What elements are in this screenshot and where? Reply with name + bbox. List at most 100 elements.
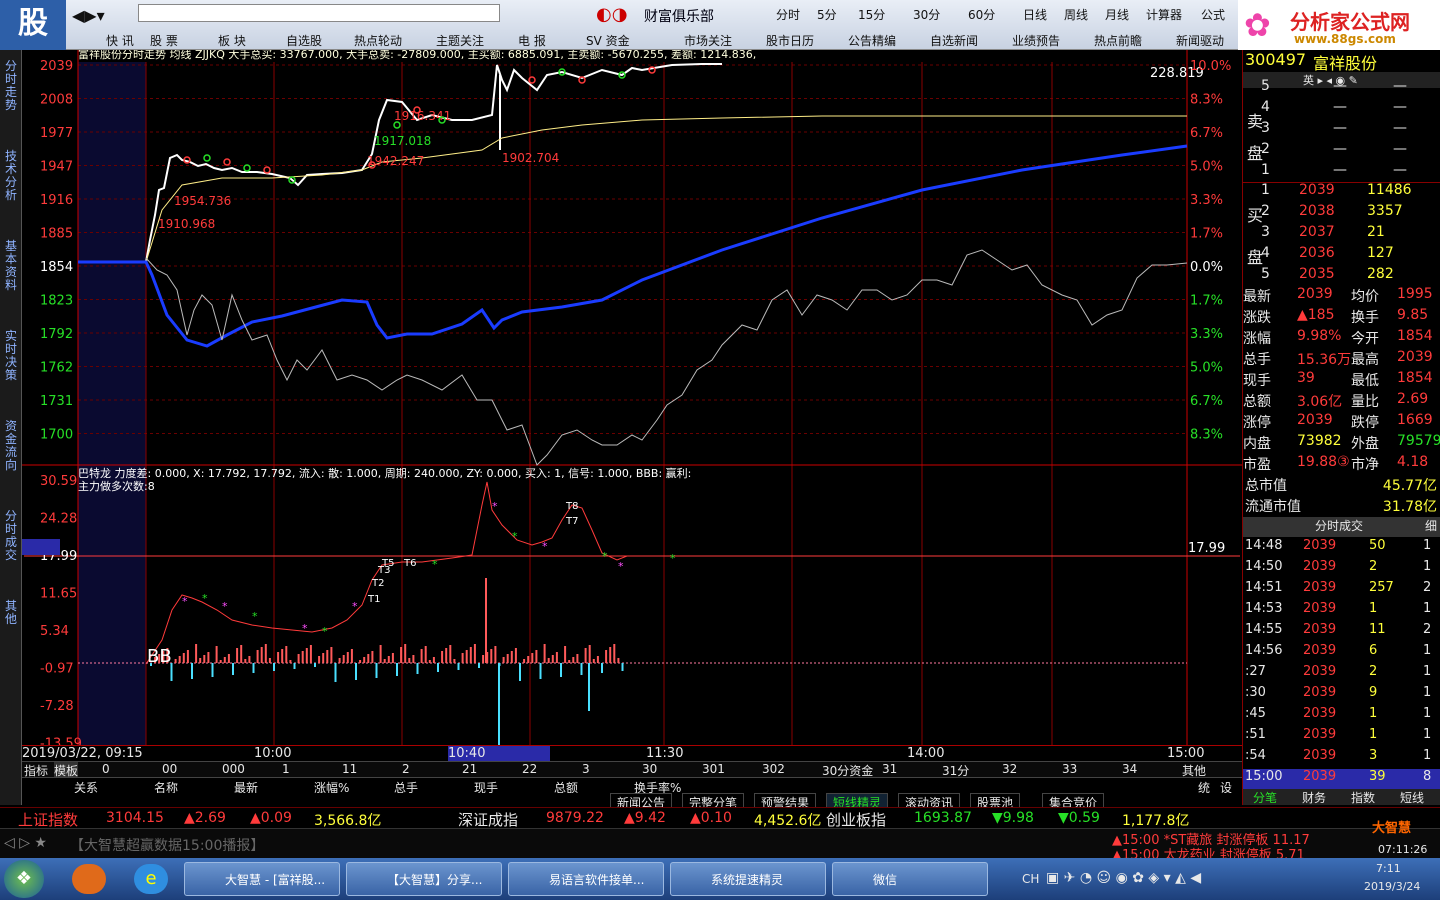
indicator-tab[interactable]: 00 xyxy=(162,762,177,776)
stat-value: 1854 xyxy=(1397,370,1433,386)
back-button[interactable]: ◀▶▾ xyxy=(72,6,105,25)
indicator-tab[interactable]: 0 xyxy=(102,762,110,776)
indicator-tabs: 指标 模板 0 00 000 1 11 2 21 22 3 30 301 302 30分资金 31 31分 32 3… xyxy=(22,761,1242,779)
star-marker: * xyxy=(322,625,328,638)
nav-item[interactable]: 业绩预告 xyxy=(1012,32,1060,49)
indicator-tab[interactable]: 22 xyxy=(522,762,537,776)
price-point-label: 1902.704 xyxy=(502,151,559,165)
nav-item[interactable]: 板 块 xyxy=(218,32,246,49)
nav-item[interactable]: 自选股 xyxy=(286,32,322,49)
nav-kuaixun[interactable]: 快 讯 xyxy=(106,32,134,49)
indicator-tab[interactable]: 30 xyxy=(642,762,657,776)
indicator-tab[interactable]: 1 xyxy=(282,762,290,776)
indicator-tab[interactable]: 34 xyxy=(1122,762,1137,776)
panel-tab[interactable]: 分笔 xyxy=(1253,789,1277,806)
news-ticker[interactable]: 【大智慧超赢数据15:00播报】 xyxy=(70,835,264,855)
pct-tick: 8.3% xyxy=(1190,93,1223,108)
indicator-tab[interactable]: 21 xyxy=(462,762,477,776)
address-box[interactable] xyxy=(138,4,500,22)
panel-tab[interactable]: 指数 xyxy=(1351,789,1375,806)
stat-value: 2039 xyxy=(1397,349,1433,365)
menu-item[interactable]: 15分 xyxy=(858,6,885,23)
tab-time-deals[interactable]: 分时成交 xyxy=(2,510,20,562)
indicator-tab[interactable]: 302 xyxy=(762,762,785,776)
sub-tick: 5.34 xyxy=(40,624,69,639)
indicator-tab[interactable]: 2 xyxy=(402,762,410,776)
task-wechat[interactable]: 微信 xyxy=(832,862,988,896)
index-name[interactable]: 创业板指 xyxy=(826,809,886,830)
tray-icons[interactable]: ▣ ✈ ◔ ☺ ◉ ✿ ◈ ▾ ◭ ◀ xyxy=(1046,870,1201,886)
indicator-tab[interactable]: 11 xyxy=(342,762,357,776)
price-tick: 1700 xyxy=(40,428,73,443)
pct-tick: 10.0% xyxy=(1190,59,1231,74)
tick-row: :30 2039 9 1 xyxy=(1243,685,1440,706)
menu-item[interactable]: 分时 xyxy=(776,6,800,23)
panel-tab[interactable]: 财务 xyxy=(1302,789,1326,806)
nav-item[interactable]: 主题关注 xyxy=(436,32,484,49)
nav-item[interactable]: SV 资金 xyxy=(586,32,630,49)
intraday-chart[interactable]: 1954.7361910.9681917.0181902.7041942.247… xyxy=(22,50,1242,745)
price-point-label: 1954.736 xyxy=(174,194,231,208)
task-share[interactable]: 【大智慧】分享... xyxy=(346,862,502,896)
nav-item[interactable]: 新闻驱动 xyxy=(1176,32,1224,49)
volume-bar xyxy=(469,647,472,663)
nav-item[interactable]: 股 票 xyxy=(150,32,178,49)
task-speedup[interactable]: 系统提速精灵 xyxy=(670,862,826,896)
task-dzh[interactable]: 大智慧 - [富祥股... xyxy=(184,862,340,896)
stat-row: 最新 2039 均价 1995 xyxy=(1243,286,1440,307)
menu-item[interactable]: 月线 xyxy=(1105,6,1129,23)
start-button[interactable]: ❖ xyxy=(4,860,44,898)
tab-fundamental[interactable]: 基本资料 xyxy=(2,240,20,292)
tab-other[interactable]: 其他 xyxy=(2,600,20,626)
index-name[interactable]: 深证成指 xyxy=(458,809,518,830)
indicator-tab[interactable]: 3 xyxy=(582,762,590,776)
tray-lang[interactable]: CH xyxy=(1022,872,1039,886)
panel-tab[interactable]: 短线 xyxy=(1400,789,1424,806)
nav-item[interactable]: 电 报 xyxy=(518,32,546,49)
chart-header: 富祥股份分时走势 均线 ZJJKQ 大手总买: 33767.000, 大手总卖:… xyxy=(78,50,756,61)
tab-technical[interactable]: 技术分析 xyxy=(2,150,20,202)
menu-item[interactable]: 周线 xyxy=(1064,6,1088,23)
nav-item[interactable]: 热点轮动 xyxy=(354,32,402,49)
indicator-tab[interactable]: 31 xyxy=(882,762,897,776)
tick-count: 1 xyxy=(1423,559,1432,574)
ticker-controls[interactable]: ◁ ▷ ★ xyxy=(4,835,47,851)
volume-bar xyxy=(338,658,341,663)
stat-label: 最低 xyxy=(1351,373,1379,389)
volume-bar xyxy=(555,652,558,663)
tab-fund-flow[interactable]: 资金流向 xyxy=(2,420,20,472)
ie-icon[interactable]: e xyxy=(134,864,168,894)
buy-row: 5 2035 282 xyxy=(1243,266,1440,287)
nav-item[interactable]: 公告精编 xyxy=(848,32,896,49)
volume-bar xyxy=(564,646,567,663)
sell-volume: — xyxy=(1393,162,1407,178)
star-marker: * xyxy=(602,550,608,563)
tick-time: 15:00 xyxy=(1245,769,1283,784)
menu-item[interactable]: 公式 xyxy=(1201,6,1225,23)
tab-intraday[interactable]: 分时走势 xyxy=(2,60,20,112)
indicator-tab[interactable]: 301 xyxy=(702,762,725,776)
volume-bar xyxy=(482,655,485,663)
task-eyuyan[interactable]: 易语言软件接单... xyxy=(508,862,664,896)
index-name[interactable]: 上证指数 xyxy=(18,809,78,830)
indicator-tab[interactable]: 33 xyxy=(1062,762,1077,776)
sub-tick: -0.97 xyxy=(40,662,74,677)
menu-item[interactable]: 计算器 xyxy=(1146,6,1182,23)
sell-price: — xyxy=(1333,99,1347,115)
nav-item[interactable]: 自选新闻 xyxy=(930,32,978,49)
sell-volume: — xyxy=(1393,141,1407,157)
indicator-tab[interactable]: 32 xyxy=(1002,762,1017,776)
menu-item[interactable]: 5分 xyxy=(817,6,837,23)
nav-item[interactable]: 热点前瞻 xyxy=(1094,32,1142,49)
tick-volume: 2 xyxy=(1369,664,1378,679)
float-market-cap-label: 流通市值 xyxy=(1245,499,1301,515)
nav-item[interactable]: 股市日历 xyxy=(766,32,814,49)
indicator-tab[interactable]: 000 xyxy=(222,762,245,776)
ticks-detail-tab[interactable]: 细 xyxy=(1425,517,1437,534)
menu-item[interactable]: 30分 xyxy=(913,6,940,23)
menu-item[interactable]: 60分 xyxy=(968,6,995,23)
tab-realtime[interactable]: 实时决策 xyxy=(2,330,20,382)
browser-icon[interactable] xyxy=(72,864,106,894)
nav-item[interactable]: 市场关注 xyxy=(684,32,732,49)
menu-item[interactable]: 日线 xyxy=(1023,6,1047,23)
